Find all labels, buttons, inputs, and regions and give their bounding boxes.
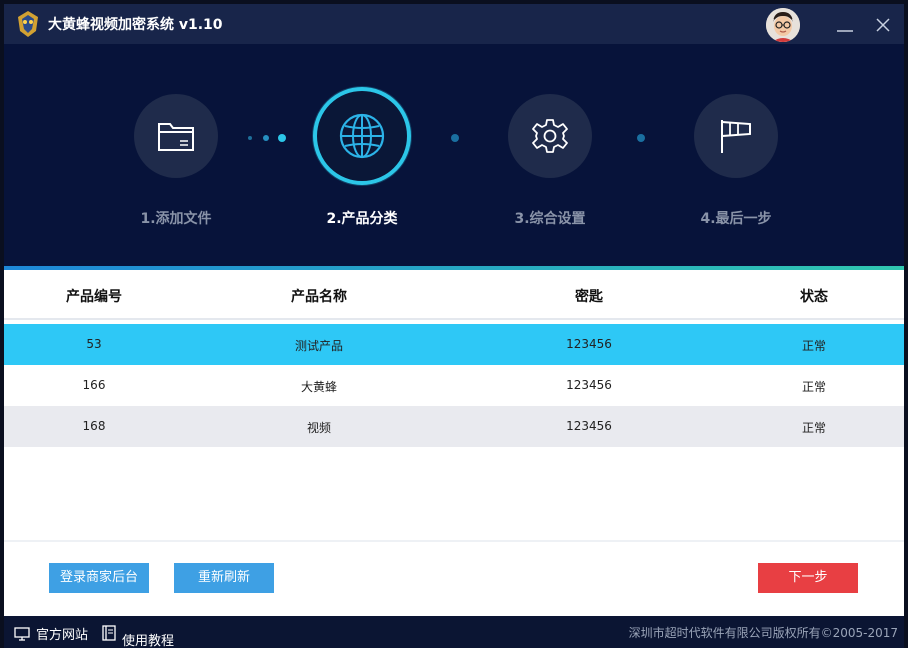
official-website-link[interactable]: 官方网站 [14,624,88,643]
app-title: 大黄蜂视频加密系统 v1.10 [48,17,223,33]
step-general-settings[interactable]: 3.综合设置 [508,94,592,227]
cell-product-status: 正常 [801,380,826,394]
cell-product-status: 正常 [801,421,826,435]
cell-product-name: 测试产品 [294,339,343,353]
table-row[interactable]: 166 大黄蜂 123456 正常 [4,365,904,406]
step-connector-dot [248,136,252,140]
cell-product-status: 正常 [801,339,826,353]
table-header: 产品编号 产品名称 密匙 状态 [4,270,904,320]
column-header-status[interactable]: 状态 [764,286,864,306]
step-label: 2.产品分类 [326,211,398,227]
folder-icon [158,123,194,151]
cell-product-id: 168 [82,419,106,433]
tutorial-link[interactable]: 使用教程 [102,624,174,648]
step-connector-dot [451,134,459,142]
step-label: 4.最后一步 [700,211,772,227]
globe-icon [339,113,385,159]
step-final[interactable]: 4.最后一步 [694,94,778,227]
column-header-key[interactable]: 密匙 [524,286,654,306]
column-header-name[interactable]: 产品名称 [254,286,384,306]
table-row[interactable]: 53 测试产品 123456 正常 [4,324,904,365]
copyright-text: 深圳市超时代软件有限公司版权所有©2005-2017 [628,626,898,640]
monitor-icon [14,627,30,641]
tutorial-label: 使用教程 [122,634,175,648]
step-connector-dot [278,134,286,142]
step-add-files[interactable]: 1.添加文件 [134,94,218,227]
book-icon [102,625,116,641]
step-label: 1.添加文件 [140,211,212,227]
user-avatar[interactable] [766,8,800,42]
step-product-category[interactable]: 2.产品分类 [313,87,411,227]
cell-product-key: 123456 [566,378,612,392]
column-header-id[interactable]: 产品编号 [44,286,144,306]
step-label: 3.综合设置 [514,211,586,227]
title-bar: 大黄蜂视频加密系统 v1.10 [4,4,904,44]
cell-product-id: 166 [82,378,106,392]
product-table: 产品编号 产品名称 密匙 状态 53 测试产品 123456 正常 166 大黄… [4,270,904,616]
app-window: 大黄蜂视频加密系统 v1.10 1.添加文件 2.产品分类 3.综合设置 4.最… [0,0,908,648]
minimize-button[interactable] [834,14,856,36]
close-icon [876,18,890,32]
step-connector-dot [637,134,645,142]
cell-product-name: 大黄蜂 [300,380,337,394]
app-logo-icon [14,9,42,39]
next-step-button[interactable]: 下一步 [758,563,858,593]
refresh-button[interactable]: 重新刷新 [174,563,274,593]
cell-product-key: 123456 [566,419,612,433]
minimize-icon [837,30,853,32]
table-row[interactable]: 168 视频 123456 正常 [4,406,904,447]
cell-product-id: 53 [86,337,102,351]
close-button[interactable] [872,14,894,36]
status-bar: 官方网站 使用教程 深圳市超时代软件有限公司版权所有©2005-2017 [4,616,904,648]
wizard-stepper: 1.添加文件 2.产品分类 3.综合设置 4.最后一步 [4,44,904,266]
merchant-login-button[interactable]: 登录商家后台 [49,563,149,593]
official-website-label: 官方网站 [36,628,89,643]
divider [4,540,904,542]
gear-icon [532,119,568,153]
cell-product-key: 123456 [566,337,612,351]
step-connector-dot [263,135,269,141]
flag-icon [721,120,751,153]
cell-product-name: 视频 [306,421,331,435]
